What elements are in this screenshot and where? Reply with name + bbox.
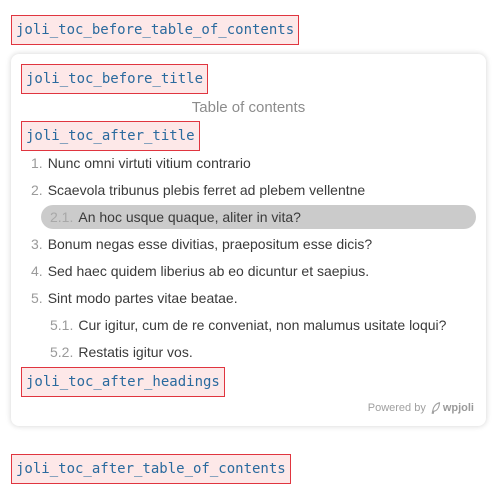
toc-item-number: 3.: [31, 236, 43, 252]
hook-before-table-of-contents: joli_toc_before_table_of_contents: [11, 15, 300, 45]
table-of-contents: joli_toc_before_title Table of contents …: [11, 54, 486, 426]
toc-item-label: Sint modo partes vitae beatae.: [47, 290, 238, 306]
toc-item-label: Bonum negas esse divitias, praepositum e…: [47, 236, 373, 252]
toc-item-2[interactable]: 2. Scaevola tribunus plebis ferret ad ple…: [31, 180, 365, 200]
hook-before-title: joli_toc_before_title: [21, 64, 209, 94]
toc-item-number: 5.: [31, 290, 43, 306]
toc-item-number: 2.1.: [50, 209, 74, 225]
toc-item-label: Sed haec quidem liberius ab eo dicuntur …: [47, 263, 370, 279]
hook-after-table-of-contents: joli_toc_after_table_of_contents: [11, 454, 291, 484]
toc-item-2-1-active[interactable]: 2.1. An hoc usque quaque, aliter in vita?: [41, 205, 476, 229]
page: joli_toc_before_table_of_contents joli_t…: [0, 0, 497, 494]
wpjoli-link[interactable]: wpjoli: [431, 402, 474, 414]
powered-by-label: Powered by: [367, 402, 426, 414]
toc-item-4[interactable]: 4. Sed haec quidem liberius ab eo dicuntu…: [31, 261, 369, 281]
joli-feather-icon: [431, 402, 440, 414]
toc-item-number: 1.: [31, 155, 43, 171]
hook-after-title: joli_toc_after_title: [21, 121, 200, 151]
toc-item-5-2[interactable]: 5.2. Restatis igitur vos.: [50, 342, 193, 362]
toc-item-label: Nunc omni virtuti vitium contrario: [47, 155, 251, 171]
toc-item-label: An hoc usque quaque, aliter in vita?: [78, 209, 301, 225]
toc-item-label: Cur igitur, cum de re conveniat, non mal…: [78, 317, 447, 333]
toc-item-number: 5.2.: [50, 344, 74, 360]
toc-item-label: Restatis igitur vos.: [78, 344, 193, 360]
toc-item-5-1[interactable]: 5.1. Cur igitur, cum de re conveniat, non…: [50, 315, 446, 335]
toc-item-number: 5.1.: [50, 317, 74, 333]
toc-item-label: Scaevola tribunus plebis ferret ad plebe…: [47, 182, 366, 198]
toc-item-3[interactable]: 3. Bonum negas esse divitias, praepositum…: [31, 234, 372, 254]
toc-item-number: 4.: [31, 263, 43, 279]
toc-item-number: 2.: [31, 182, 43, 198]
wpjoli-brand: wpjoli: [442, 402, 474, 414]
powered-by: Powered by wpjoli: [368, 402, 474, 414]
toc-item-1[interactable]: 1. Nunc omni virtuti vitium contrario: [31, 153, 251, 173]
toc-title: Table of contents: [191, 99, 306, 116]
toc-item-5[interactable]: 5. Sint modo partes vitae beatae.: [31, 288, 238, 308]
hook-after-headings: joli_toc_after_headings: [21, 367, 225, 397]
